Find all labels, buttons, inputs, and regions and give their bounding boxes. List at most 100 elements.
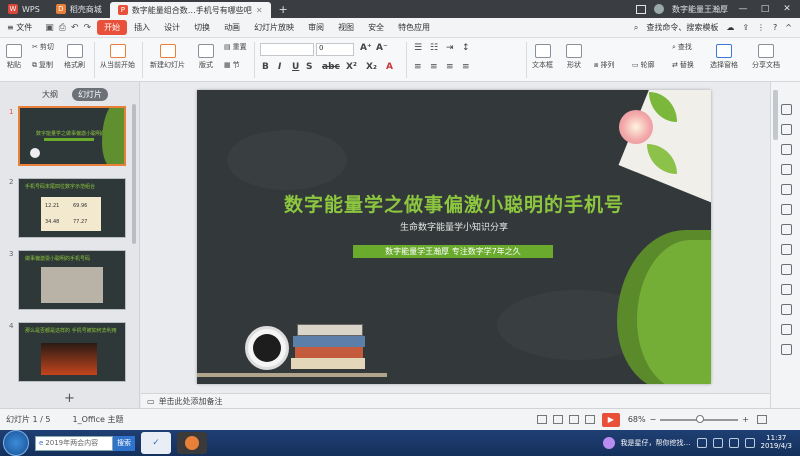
align-center-icon[interactable]: ≡ <box>430 62 438 72</box>
bullet-list-icon[interactable]: ☰ <box>414 43 422 53</box>
save-icon[interactable]: ▣ <box>45 23 54 33</box>
line-spacing-icon[interactable]: ↕ <box>462 43 470 53</box>
tab-outline[interactable]: 大纲 <box>36 88 64 101</box>
cloud-icon[interactable]: ☁ <box>726 23 734 32</box>
tab-slides[interactable]: 幻灯片 <box>72 88 108 101</box>
maximize-button[interactable]: □ <box>758 4 772 14</box>
justify-icon[interactable]: ≡ <box>462 62 470 72</box>
normal-view-icon[interactable] <box>552 415 563 424</box>
slideshow-play-button[interactable]: ▶ <box>601 412 620 427</box>
network-icon[interactable] <box>728 438 739 448</box>
taskbar-app-browser[interactable]: ✓ <box>141 432 171 454</box>
format-painter-button[interactable]: 格式刷 <box>64 44 85 70</box>
sidebar-tool-icon[interactable] <box>781 184 792 195</box>
sidebar-tool-icon[interactable] <box>781 244 792 255</box>
file-menu[interactable]: ≡ 文件 <box>0 22 39 33</box>
sidebar-tool-icon[interactable] <box>781 104 792 115</box>
taskbar-search-input[interactable]: e 2019年两会内容 <box>35 435 113 451</box>
clock[interactable]: 11:37 2019/4/3 <box>761 435 792 450</box>
zoom-out-button[interactable]: − <box>650 415 657 424</box>
cut-button[interactable]: ✂ 剪切 <box>32 42 54 52</box>
underline-button[interactable]: U <box>292 62 299 72</box>
reading-view-icon[interactable] <box>584 415 595 424</box>
sidebar-tool-icon[interactable] <box>781 264 792 275</box>
sidebar-tool-icon[interactable] <box>781 164 792 175</box>
slide-author-bar[interactable]: 数字能量学王瀚厚 专注数字学7年之久 <box>353 245 553 258</box>
tray-icon[interactable] <box>696 438 707 448</box>
section-button[interactable]: ▦ 节 <box>224 60 240 70</box>
tab-wps[interactable]: W WPS <box>0 0 48 18</box>
share-icon[interactable]: ⇪ <box>742 23 749 32</box>
share-document-button[interactable]: 分享文档 <box>752 44 780 70</box>
sidebar-tool-icon[interactable] <box>781 284 792 295</box>
arrange-button[interactable]: ⧈ 排列 <box>594 60 614 70</box>
close-button[interactable]: ✕ <box>780 4 794 14</box>
copy-button[interactable]: ⧉ 复制 <box>32 60 53 70</box>
sidebar-tool-icon[interactable] <box>781 324 792 335</box>
collapse-icon[interactable]: ^ <box>785 23 792 32</box>
menu-item-slideshow[interactable]: 幻灯片放映 <box>247 22 301 33</box>
shrink-font-icon[interactable]: A⁻ <box>376 43 388 53</box>
shadow-button[interactable]: S <box>306 62 312 72</box>
slide-canvas[interactable]: 数字能量学之做事偏激小聪明的手机号 生命数字能量学小知识分享 数字能量学王瀚厚 … <box>197 90 711 384</box>
new-tab-button[interactable]: + <box>271 0 296 18</box>
fit-window-icon[interactable] <box>757 415 767 424</box>
help-icon[interactable]: ? <box>773 23 777 32</box>
replace-button[interactable]: ⇄ 替换 <box>672 60 694 70</box>
italic-button[interactable]: I <box>278 62 281 72</box>
zoom-in-button[interactable]: + <box>742 415 749 424</box>
sidebar-tool-icon[interactable] <box>781 224 792 235</box>
slide-thumbnail-2[interactable]: 手机号码末尾四位数字示范组合 12.21 69.96 34.48 77.27 <box>18 178 126 238</box>
shape-button[interactable]: 形状 <box>566 44 582 70</box>
reset-button[interactable]: ▤ 重置 <box>224 42 247 52</box>
sidebar-tool-icon[interactable] <box>781 144 792 155</box>
window-layout-icon[interactable] <box>636 4 646 14</box>
command-search[interactable]: 查找命令、搜索模板 <box>646 22 718 33</box>
sidebar-tool-icon[interactable] <box>781 124 792 135</box>
avatar[interactable] <box>654 4 664 14</box>
minimize-button[interactable]: — <box>736 4 750 14</box>
tab-docer-store[interactable]: D 稻壳商城 <box>48 0 110 18</box>
thumbnails-scrollbar[interactable] <box>132 104 136 244</box>
menu-item-view[interactable]: 视图 <box>331 22 361 33</box>
slide-thumbnail-4[interactable]: 那么是否都是这样的 手机号被如何去利用 <box>18 322 126 382</box>
font-size-select[interactable]: 0 <box>316 43 354 56</box>
select-pane-button[interactable]: 选择窗格 <box>710 44 738 70</box>
align-right-icon[interactable]: ≡ <box>446 62 454 72</box>
assistant-notice[interactable]: 我是星仔，帮你挖找… <box>621 438 691 448</box>
taskbar-app-wps[interactable] <box>177 432 207 454</box>
slide-thumbnail-3[interactable]: 做事偏激耍小聪明的手机号码 <box>18 250 126 310</box>
zoom-slider[interactable] <box>660 414 739 423</box>
new-slide-button[interactable]: 新建幻灯片 <box>150 44 185 70</box>
add-slide-button[interactable]: + <box>64 391 75 406</box>
from-current-button[interactable]: 从当前开始 <box>100 44 135 70</box>
notes-bar[interactable]: ▭ 单击此处添加备注 <box>141 393 770 408</box>
tray-icon[interactable] <box>712 438 723 448</box>
find-button[interactable]: ⌕ 查找 <box>672 42 692 52</box>
font-color-button[interactable]: A <box>386 62 393 72</box>
slide-thumbnail-1[interactable]: 数字能量学之做事偏激小聪明的手机号 <box>18 106 126 166</box>
undo-icon[interactable]: ↶ <box>71 23 79 33</box>
slide-subtitle[interactable]: 生命数字能量学小知识分享 <box>197 220 711 233</box>
menu-item-features[interactable]: 特色应用 <box>391 22 437 33</box>
redo-icon[interactable]: ↷ <box>84 23 92 33</box>
more-icon[interactable]: ⋮ <box>757 23 765 32</box>
superscript-button[interactable]: X² <box>346 62 357 72</box>
align-left-icon[interactable]: ≡ <box>414 62 422 72</box>
menu-item-design[interactable]: 设计 <box>157 22 187 33</box>
menu-item-transition[interactable]: 切换 <box>187 22 217 33</box>
indent-icon[interactable]: ⇥ <box>446 43 454 53</box>
tab-current-document[interactable]: P 数字能量组合数…手机号有哪些吧 ✕ <box>109 2 271 18</box>
slide-title[interactable]: 数字能量学之做事偏激小聪明的手机号 <box>197 190 711 217</box>
start-button[interactable] <box>3 430 29 456</box>
volume-icon[interactable] <box>744 438 755 448</box>
number-list-icon[interactable]: ☷ <box>430 43 438 53</box>
search-icon[interactable]: ⌕ <box>634 23 638 33</box>
menu-item-insert[interactable]: 插入 <box>127 22 157 33</box>
font-family-select[interactable] <box>260 43 314 56</box>
assistant-icon[interactable] <box>602 437 615 449</box>
zoom-level[interactable]: 68% <box>628 415 646 424</box>
strikethrough-button[interactable]: abc <box>322 62 340 72</box>
account-name[interactable]: 数字能量王瀚厚 <box>672 4 728 15</box>
slide-scrollbar[interactable] <box>773 90 778 140</box>
